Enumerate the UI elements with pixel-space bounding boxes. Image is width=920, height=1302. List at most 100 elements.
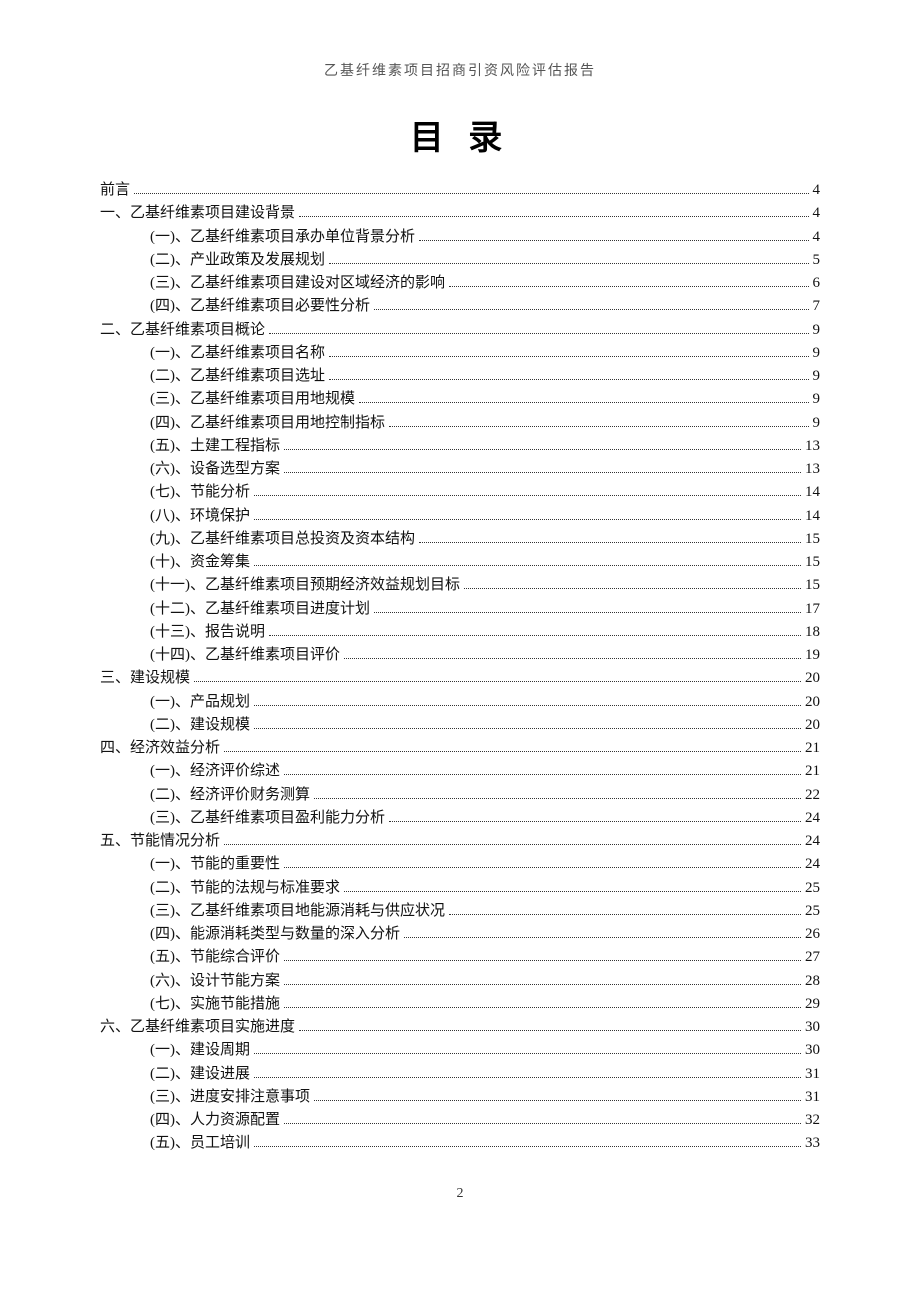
toc-entry[interactable]: (三)、乙基纤维素项目用地规模9 [100,388,820,411]
toc-entry-label: (五)、员工培训 [150,1132,250,1155]
toc-entry[interactable]: (四)、乙基纤维素项目必要性分析7 [100,295,820,318]
toc-entry[interactable]: (二)、建设规模20 [100,714,820,737]
toc-entry[interactable]: (十)、资金筹集15 [100,551,820,574]
toc-entry-page: 30 [805,1016,820,1039]
toc-entry-label: (四)、能源消耗类型与数量的深入分析 [150,923,400,946]
toc-leader-dots [329,263,809,264]
toc-entry-page: 9 [813,412,821,435]
toc-leader-dots [194,681,801,682]
toc-entry-page: 17 [805,598,820,621]
toc-entry[interactable]: 四、经济效益分析21 [100,737,820,760]
toc-entry-page: 7 [813,295,821,318]
page-header: 乙基纤维素项目招商引资风险评估报告 [100,60,820,80]
toc-leader-dots [404,937,801,938]
toc-leader-dots [374,309,809,310]
toc-entry-page: 27 [805,946,820,969]
toc-leader-dots [449,914,801,915]
toc-entry[interactable]: (五)、土建工程指标 13 [100,435,820,458]
document-page: 乙基纤维素项目招商引资风险评估报告 目 录 前言4一、乙基纤维素项目建设背景4(… [0,0,920,1242]
toc-entry[interactable]: (一)、节能的重要性24 [100,853,820,876]
toc-entry[interactable]: (四)、乙基纤维素项目用地控制指标 9 [100,412,820,435]
toc-title: 目 录 [100,110,820,159]
toc-leader-dots [269,333,808,334]
toc-entry[interactable]: 五、节能情况分析24 [100,830,820,853]
toc-leader-dots [359,402,809,403]
toc-entry-label: (六)、设备选型方案 [150,458,280,481]
toc-entry-label: (四)、乙基纤维素项目用地控制指标 [150,412,385,435]
toc-entry[interactable]: (四)、人力资源配置32 [100,1109,820,1132]
toc-leader-dots [389,426,809,427]
toc-entry[interactable]: (三)、乙基纤维素项目盈利能力分析24 [100,807,820,830]
toc-entry-label: (三)、进度安排注意事项 [150,1086,310,1109]
toc-leader-dots [299,1030,801,1031]
toc-entry[interactable]: 前言4 [100,179,820,202]
toc-entry[interactable]: (六)、设计节能方案28 [100,970,820,993]
toc-entry[interactable]: (五)、员工培训 33 [100,1132,820,1155]
toc-entry[interactable]: (三)、乙基纤维素项目建设对区域经济的影响6 [100,272,820,295]
toc-entry[interactable]: (四)、能源消耗类型与数量的深入分析 26 [100,923,820,946]
toc-entry-page: 15 [805,551,820,574]
toc-entry-page: 13 [805,435,820,458]
toc-leader-dots [284,1123,801,1124]
toc-entry-label: 三、建设规模 [100,667,190,690]
toc-entry[interactable]: (一)、乙基纤维素项目名称9 [100,342,820,365]
toc-entry-page: 9 [813,365,821,388]
toc-entry[interactable]: (六)、设备选型方案13 [100,458,820,481]
toc-entry-label: (五)、土建工程指标 [150,435,280,458]
toc-entry[interactable]: (二)、乙基纤维素项目选址9 [100,365,820,388]
toc-entry[interactable]: (一)、建设周期30 [100,1039,820,1062]
toc-leader-dots [284,1007,801,1008]
toc-leader-dots [284,960,801,961]
toc-entry[interactable]: (一)、乙基纤维素项目承办单位背景分析4 [100,226,820,249]
toc-leader-dots [329,356,809,357]
toc-entry[interactable]: 二、乙基纤维素项目概论9 [100,319,820,342]
toc-leader-dots [254,1053,801,1054]
toc-entry[interactable]: (二)、建设进展31 [100,1063,820,1086]
toc-entry[interactable]: (二)、经济评价财务测算 22 [100,784,820,807]
toc-entry-label: (六)、设计节能方案 [150,970,280,993]
toc-entry[interactable]: (十四)、乙基纤维素项目评价19 [100,644,820,667]
toc-leader-dots [284,867,801,868]
toc-entry[interactable]: (十二)、乙基纤维素项目进度计划17 [100,598,820,621]
toc-leader-dots [254,728,801,729]
toc-entry-page: 22 [805,784,820,807]
toc-leader-dots [254,519,801,520]
toc-entry-label: (一)、乙基纤维素项目名称 [150,342,325,365]
toc-leader-dots [284,472,801,473]
toc-entry[interactable]: (二)、节能的法规与标准要求25 [100,877,820,900]
toc-entry[interactable]: (一)、经济评价综述21 [100,760,820,783]
toc-entry[interactable]: 三、建设规模20 [100,667,820,690]
toc-entry[interactable]: (三)、乙基纤维素项目地能源消耗与供应状况25 [100,900,820,923]
toc-entry-label: (二)、建设进展 [150,1063,250,1086]
toc-entry-label: (十三)、报告说明 [150,621,265,644]
toc-entry[interactable]: (九)、乙基纤维素项目总投资及资本结构15 [100,528,820,551]
toc-entry-page: 26 [805,923,820,946]
toc-entry[interactable]: (八)、环境保护14 [100,505,820,528]
toc-entry-label: (十一)、乙基纤维素项目预期经济效益规划目标 [150,574,460,597]
toc-leader-dots [314,1100,801,1101]
toc-entry[interactable]: (三)、进度安排注意事项31 [100,1086,820,1109]
toc-entry-label: (二)、产业政策及发展规划 [150,249,325,272]
toc-entry-label: (二)、经济评价财务测算 [150,784,310,807]
toc-entry[interactable]: (五)、节能综合评价27 [100,946,820,969]
toc-entry-page: 20 [805,691,820,714]
toc-entry[interactable]: (二)、产业政策及发展规划5 [100,249,820,272]
toc-entry[interactable]: (十三)、报告说明 18 [100,621,820,644]
toc-entry[interactable]: (七)、节能分析14 [100,481,820,504]
toc-entry[interactable]: (七)、实施节能措施29 [100,993,820,1016]
toc-entry-label: (一)、乙基纤维素项目承办单位背景分析 [150,226,415,249]
toc-leader-dots [269,635,801,636]
toc-entry-page: 33 [805,1132,820,1155]
toc-entry-label: (一)、经济评价综述 [150,760,280,783]
toc-leader-dots [254,705,801,706]
toc-entry-label: (二)、节能的法规与标准要求 [150,877,340,900]
toc-entry-page: 9 [813,388,821,411]
toc-entry-page: 20 [805,714,820,737]
toc-entry-page: 18 [805,621,820,644]
toc-leader-dots [224,751,801,752]
toc-entry[interactable]: (一)、产品规划20 [100,691,820,714]
toc-entry[interactable]: 一、乙基纤维素项目建设背景4 [100,202,820,225]
toc-entry[interactable]: (十一)、乙基纤维素项目预期经济效益规划目标15 [100,574,820,597]
toc-leader-dots [344,891,801,892]
toc-entry[interactable]: 六、乙基纤维素项目实施进度30 [100,1016,820,1039]
